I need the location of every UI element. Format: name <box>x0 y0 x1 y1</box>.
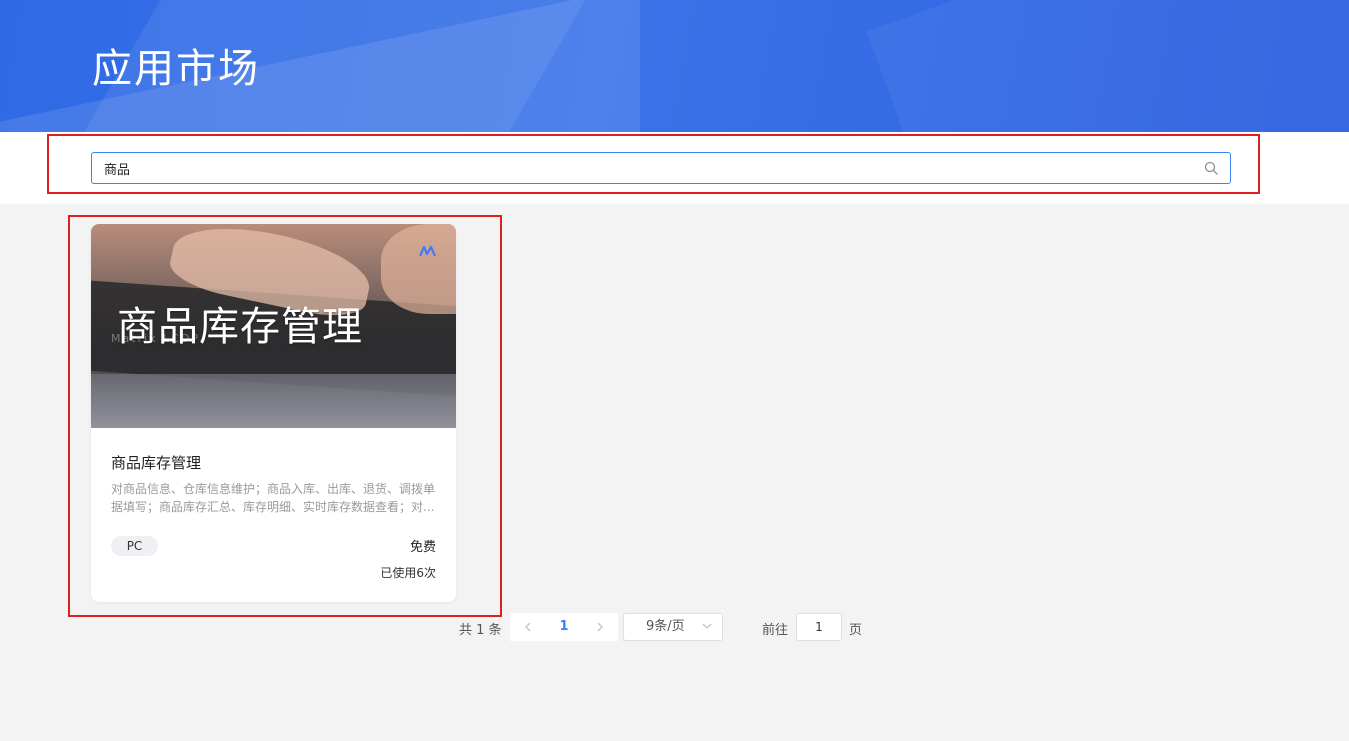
cover-subtitle: Matrix LCDP <box>111 332 201 345</box>
goto-page-input[interactable] <box>796 613 842 641</box>
chevron-right-icon <box>597 622 603 631</box>
cover-desk <box>91 374 456 428</box>
app-description: 对商品信息、仓库信息维护；商品入库、出库、退货、调拨单据填写；商品库存汇总、库存… <box>111 482 436 514</box>
app-price: 免费 <box>409 540 436 555</box>
goto-suffix: 页 <box>849 623 863 638</box>
page-size-label: 9条/页 <box>646 619 685 634</box>
app-card[interactable]: 商品库存管理 Matrix LCDP 商品库存管理 对商品信息、仓库信息维护；商… <box>91 224 456 602</box>
page-title: 应用市场 <box>92 46 260 92</box>
brand-logo-icon <box>418 245 437 257</box>
pagination-total: 共 1 条 <box>459 623 502 638</box>
platform-tag: PC <box>111 536 158 556</box>
search-box[interactable] <box>91 152 1231 184</box>
search-icon[interactable] <box>1204 161 1218 175</box>
app-cover-image[interactable]: 商品库存管理 Matrix LCDP <box>91 224 456 428</box>
goto-label: 前往 <box>762 623 789 638</box>
header-decoration <box>866 0 1349 132</box>
cover-hand <box>381 224 456 314</box>
page-size-select[interactable]: 9条/页 <box>623 613 723 641</box>
chevron-left-icon <box>525 622 531 631</box>
app-usage-count: 已使用6次 <box>380 566 436 580</box>
search-input[interactable] <box>92 153 1192 183</box>
next-page-button[interactable] <box>582 613 618 641</box>
app-name[interactable]: 商品库存管理 <box>111 452 201 473</box>
header-banner: 应用市场 <box>0 0 1349 132</box>
page-number-button[interactable]: 1 <box>546 613 582 641</box>
prev-page-button[interactable] <box>510 613 546 641</box>
chevron-down-icon <box>702 623 712 629</box>
